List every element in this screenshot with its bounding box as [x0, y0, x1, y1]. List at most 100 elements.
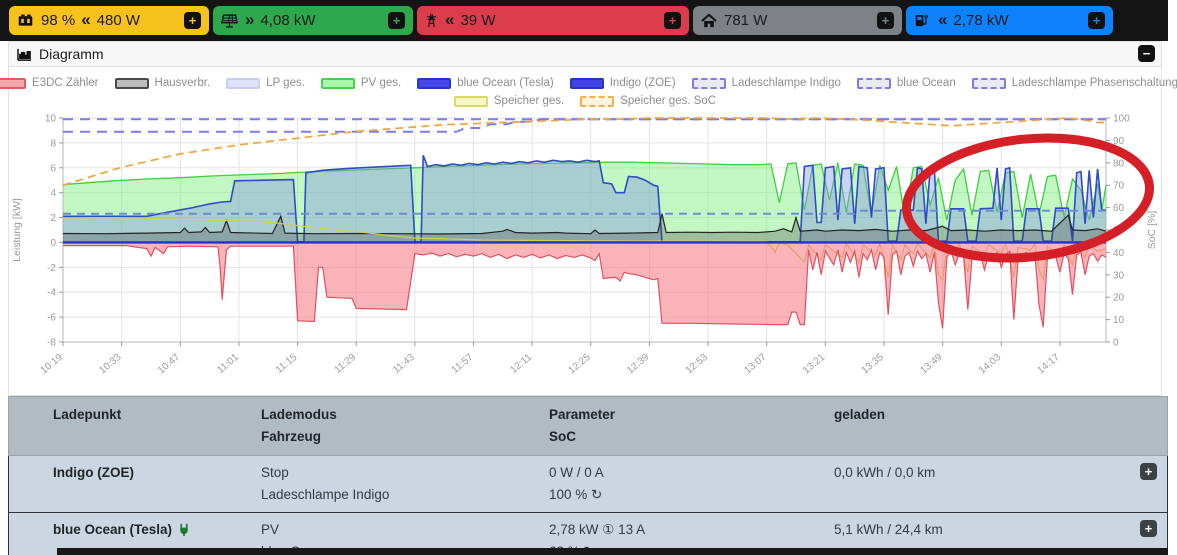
legend-swatch: [417, 78, 451, 89]
badge-value: 39 W: [460, 12, 495, 29]
svg-text:14:17: 14:17: [1036, 352, 1063, 377]
badge-value: 2,78 kW: [953, 12, 1008, 29]
legend-item[interactable]: Speicher ges. SoC: [580, 95, 716, 107]
legend-swatch: [570, 78, 604, 89]
diagram-panel: Diagramm − E3DC Zähler Hausverbr. LP ges. P…: [8, 41, 1162, 396]
svg-text:11:15: 11:15: [274, 352, 300, 376]
chart-legend: E3DC Zähler Hausverbr. LP ges. PV ges. blue …: [9, 67, 1161, 107]
svg-text:40: 40: [1113, 248, 1125, 259]
legend-item[interactable]: Ladeschlampe Phasenschaltung: [972, 77, 1177, 89]
legend-swatch: [0, 78, 26, 89]
legend-swatch: [972, 78, 1006, 89]
direction-arrow-icon: «: [445, 10, 454, 30]
row-expand-button[interactable]: +: [1140, 520, 1157, 537]
svg-text:10: 10: [45, 114, 57, 125]
legend-label: Ladeschlampe Indigo: [732, 77, 841, 89]
direction-arrow-icon: «: [81, 10, 90, 30]
page: 98 %«480 W+»4,08 kW+«39 W+781 W+«2,78 kW…: [0, 0, 1177, 555]
table-header-cell: Ladepunkt: [9, 404, 261, 448]
badge-value: 480 W: [97, 12, 140, 29]
legend-label: blue Ocean: [897, 77, 956, 89]
svg-text:10:33: 10:33: [97, 352, 124, 377]
svg-text:10:19: 10:19: [39, 352, 66, 377]
svg-text:SoC [%]: SoC [%]: [1146, 211, 1158, 250]
badge-expand-button[interactable]: +: [388, 12, 405, 29]
status-badge-ev-charger: « 2,78 kW +: [906, 6, 1113, 35]
legend-label: Speicher ges.: [494, 95, 564, 107]
svg-text:30: 30: [1113, 270, 1125, 281]
svg-text:60: 60: [1113, 203, 1125, 214]
svg-text:12:39: 12:39: [625, 352, 652, 377]
legend-item[interactable]: E3DC Zähler: [0, 77, 99, 89]
svg-text:12:25: 12:25: [566, 352, 593, 377]
plug-icon: [178, 523, 190, 536]
legend-swatch: [226, 78, 260, 89]
panel-title: Diagramm: [39, 46, 104, 62]
legend-label: LP ges.: [266, 77, 305, 89]
badge-expand-button[interactable]: +: [184, 12, 201, 29]
direction-arrow-icon: «: [938, 10, 947, 30]
solar-panel-icon: [221, 14, 238, 28]
svg-text:6: 6: [50, 163, 56, 174]
footer-bar: [57, 548, 1168, 555]
status-badge-house: 781 W +: [693, 6, 902, 35]
badge-expand-button[interactable]: +: [1088, 12, 1105, 29]
row-expand-button[interactable]: +: [1140, 463, 1157, 480]
chargepoint-row: Indigo (ZOE)StopLadeschlampe Indigo0 W /…: [8, 456, 1168, 513]
pylon-icon: [425, 13, 438, 28]
legend-label: blue Ocean (Tesla): [457, 77, 554, 89]
chart-icon: [17, 48, 32, 61]
legend-item[interactable]: blue Ocean: [857, 77, 956, 89]
svg-text:14:03: 14:03: [977, 352, 1004, 377]
legend-item[interactable]: Speicher ges.: [454, 95, 564, 107]
legend-label: E3DC Zähler: [32, 77, 98, 89]
chart-area: 1086420-2-4-6-8100908070605040302010010:…: [9, 113, 1159, 395]
svg-text:11:29: 11:29: [332, 352, 358, 376]
svg-text:12:53: 12:53: [684, 352, 711, 377]
svg-text:0: 0: [1113, 338, 1119, 349]
legend-item[interactable]: LP ges.: [226, 77, 305, 89]
svg-text:13:21: 13:21: [801, 352, 828, 377]
collapse-button[interactable]: −: [1138, 45, 1155, 62]
status-badge-battery: 98 %«480 W+: [9, 6, 209, 35]
legend-item[interactable]: PV ges.: [321, 77, 401, 89]
chargepoint-name: Indigo (ZOE): [9, 462, 261, 506]
charged-amount: 0,0 kWh / 0,0 km: [834, 462, 1084, 506]
diagram-panel-header: Diagramm −: [9, 42, 1161, 67]
chargepoint-table: LadepunktLademodusFahrzeugParameterSoCge…: [8, 396, 1168, 555]
badge-value: 781 W: [724, 12, 767, 29]
series-line: [63, 119, 1106, 132]
svg-text:8: 8: [50, 138, 56, 149]
svg-text:80: 80: [1113, 158, 1125, 169]
legend-swatch: [692, 78, 726, 89]
status-badge-solar-panel: »4,08 kW+: [213, 6, 413, 35]
svg-text:11:01: 11:01: [215, 352, 241, 376]
legend-item[interactable]: Hausverbr.: [115, 77, 211, 89]
svg-text:13:35: 13:35: [860, 352, 887, 377]
svg-text:-2: -2: [47, 263, 56, 274]
legend-item[interactable]: Ladeschlampe Indigo: [692, 77, 841, 89]
legend-item[interactable]: Indigo (ZOE): [570, 77, 676, 89]
table-header-cell: LademodusFahrzeug: [261, 404, 549, 448]
ev-charger-icon: [914, 14, 931, 28]
svg-text:100: 100: [1113, 114, 1130, 125]
battery-icon: [17, 14, 34, 27]
badge-expand-button[interactable]: +: [664, 12, 681, 29]
legend-swatch: [454, 96, 488, 107]
svg-text:20: 20: [1113, 293, 1125, 304]
legend-swatch: [857, 78, 891, 89]
house-icon: [701, 14, 717, 28]
svg-text:10: 10: [1113, 315, 1125, 326]
svg-text:2: 2: [50, 213, 56, 224]
status-badge-pylon: « 39 W +: [417, 6, 689, 35]
svg-text:-6: -6: [47, 313, 56, 324]
table-header-row: LadepunktLademodusFahrzeugParameterSoCge…: [8, 396, 1168, 456]
svg-text:13:49: 13:49: [918, 352, 945, 377]
svg-text:12:11: 12:11: [508, 352, 534, 376]
status-bar: 98 %«480 W+»4,08 kW+«39 W+781 W+«2,78 kW…: [0, 0, 1168, 41]
table-header-cell: ParameterSoC: [549, 404, 834, 448]
badge-expand-button[interactable]: +: [877, 12, 894, 29]
badge-value: 4,08 kW: [260, 12, 315, 29]
legend-item[interactable]: blue Ocean (Tesla): [417, 77, 554, 89]
legend-label: Indigo (ZOE): [610, 77, 676, 89]
